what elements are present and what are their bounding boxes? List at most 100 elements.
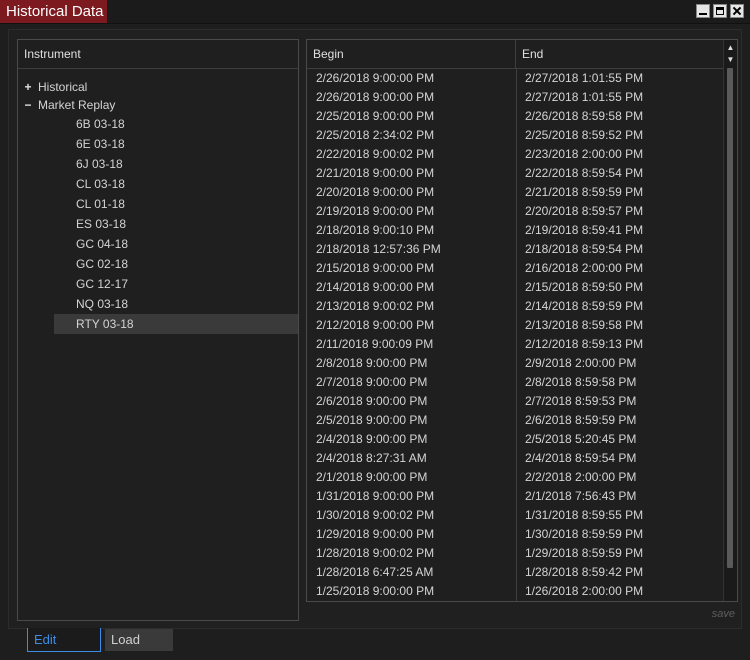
tree-leaf-instrument[interactable]: GC 12-17 <box>54 274 298 294</box>
save-link[interactable]: save <box>712 608 735 620</box>
tree-leaf-instrument[interactable]: 6E 03-18 <box>54 134 298 154</box>
window-controls <box>696 4 744 18</box>
cell-begin: 2/7/2018 9:00:00 PM <box>316 375 428 389</box>
cell-begin: 2/22/2018 9:00:02 PM <box>316 147 435 161</box>
table-row[interactable]: 1/30/2018 9:00:02 PM 1/31/2018 8:59:55 PM <box>307 506 737 525</box>
table-row[interactable]: 2/4/2018 9:00:00 PM 2/5/2018 5:20:45 PM <box>307 430 737 449</box>
cell-begin: 2/4/2018 8:27:31 AM <box>316 451 427 465</box>
cell-begin: 1/28/2018 6:47:25 AM <box>316 565 434 579</box>
grid-body: 2/26/2018 9:00:00 PM 2/27/2018 1:01:55 PM… <box>307 69 737 601</box>
table-row[interactable]: 1/28/2018 6:47:25 AM 1/28/2018 8:59:42 PM <box>307 563 737 582</box>
bottom-tabs: Edit Load <box>27 628 173 652</box>
table-row[interactable]: 2/12/2018 9:00:00 PM 2/13/2018 8:59:58 PM <box>307 316 737 335</box>
tree-leaf-instrument[interactable]: GC 02-18 <box>54 254 298 274</box>
tree-leaf-instrument[interactable]: 6J 03-18 <box>54 154 298 174</box>
close-icon[interactable] <box>730 4 744 18</box>
cell-begin: 2/8/2018 9:00:00 PM <box>316 356 428 370</box>
table-row[interactable]: 2/6/2018 9:00:00 PM 2/7/2018 8:59:53 PM <box>307 392 737 411</box>
column-header-end[interactable]: End <box>516 40 723 68</box>
cell-end: 2/20/2018 8:59:57 PM <box>525 204 644 218</box>
table-row[interactable]: 2/18/2018 9:00:10 PM 2/19/2018 8:59:41 PM <box>307 221 737 240</box>
cell-end: 2/4/2018 8:59:54 PM <box>525 451 637 465</box>
cell-begin: 2/14/2018 9:00:00 PM <box>316 280 435 294</box>
data-grid: Begin End 2/26/2018 9:00:00 PM 2/27/2018 … <box>306 39 738 602</box>
tree-leaf-instrument[interactable]: RTY 03-18 <box>54 314 298 334</box>
cell-begin: 2/18/2018 9:00:10 PM <box>316 223 435 237</box>
table-row[interactable]: 2/19/2018 9:00:00 PM 2/20/2018 8:59:57 PM <box>307 202 737 221</box>
cell-end: 2/5/2018 5:20:45 PM <box>525 432 637 446</box>
table-row[interactable]: 2/5/2018 9:00:00 PM 2/6/2018 8:59:59 PM <box>307 411 737 430</box>
table-row[interactable]: 2/25/2018 2:34:02 PM 2/25/2018 8:59:52 PM <box>307 126 737 145</box>
instrument-header: Instrument <box>18 40 298 69</box>
table-row[interactable]: 1/25/2018 9:00:00 PM 1/26/2018 2:00:00 PM <box>307 582 737 601</box>
cell-begin: 1/30/2018 9:00:02 PM <box>316 508 435 522</box>
tree-node-historical[interactable]: + Historical <box>18 78 298 96</box>
table-row[interactable]: 2/25/2018 9:00:00 PM 2/26/2018 8:59:58 PM <box>307 107 737 126</box>
table-row[interactable]: 2/15/2018 9:00:00 PM 2/16/2018 2:00:00 PM <box>307 259 737 278</box>
tree-leaf-instrument[interactable]: ES 03-18 <box>54 214 298 234</box>
tab-load[interactable]: Load <box>105 629 173 651</box>
tree-node-label: Historical <box>38 80 88 94</box>
table-row[interactable]: 1/28/2018 9:00:02 PM 1/29/2018 8:59:59 PM <box>307 544 737 563</box>
table-row[interactable]: 2/21/2018 9:00:00 PM 2/22/2018 8:59:54 PM <box>307 164 737 183</box>
cell-end: 2/22/2018 8:59:54 PM <box>525 166 644 180</box>
cell-end: 2/1/2018 7:56:43 PM <box>525 489 637 503</box>
cell-begin: 1/28/2018 9:00:02 PM <box>316 546 435 560</box>
scroll-down-icon[interactable]: ▼ <box>724 54 737 66</box>
cell-begin: 2/15/2018 9:00:00 PM <box>316 261 435 275</box>
tree-leaf-instrument[interactable]: NQ 03-18 <box>54 294 298 314</box>
cell-end: 1/30/2018 8:59:59 PM <box>525 527 644 541</box>
cell-begin: 2/25/2018 9:00:00 PM <box>316 109 435 123</box>
table-row[interactable]: 2/14/2018 9:00:00 PM 2/15/2018 8:59:50 PM <box>307 278 737 297</box>
tree-leaf-instrument[interactable]: CL 03-18 <box>54 174 298 194</box>
title-bar: Historical Data <box>0 0 750 24</box>
table-row[interactable]: 2/18/2018 12:57:36 PM 2/18/2018 8:59:54 P… <box>307 240 737 259</box>
cell-end: 2/27/2018 1:01:55 PM <box>525 90 644 104</box>
cell-end: 2/13/2018 8:59:58 PM <box>525 318 644 332</box>
cell-end: 2/26/2018 8:59:58 PM <box>525 109 644 123</box>
cell-begin: 2/5/2018 9:00:00 PM <box>316 413 428 427</box>
cell-begin: 2/6/2018 9:00:00 PM <box>316 394 428 408</box>
scroll-thumb[interactable] <box>727 68 733 568</box>
cell-begin: 2/12/2018 9:00:00 PM <box>316 318 435 332</box>
cell-end: 2/27/2018 1:01:55 PM <box>525 71 644 85</box>
cell-begin: 2/26/2018 9:00:00 PM <box>316 71 435 85</box>
table-row[interactable]: 2/11/2018 9:00:09 PM 2/12/2018 8:59:13 PM <box>307 335 737 354</box>
cell-end: 2/9/2018 2:00:00 PM <box>525 356 637 370</box>
table-row[interactable]: 2/4/2018 8:27:31 AM 2/4/2018 8:59:54 PM <box>307 449 737 468</box>
cell-end: 1/31/2018 8:59:55 PM <box>525 508 644 522</box>
tree-leaf-instrument[interactable]: 6B 03-18 <box>54 114 298 134</box>
table-row[interactable]: 2/20/2018 9:00:00 PM 2/21/2018 8:59:59 PM <box>307 183 737 202</box>
grid-header: Begin End <box>307 40 737 69</box>
collapse-icon[interactable]: − <box>23 96 33 114</box>
cell-begin: 2/1/2018 9:00:00 PM <box>316 470 428 484</box>
minimize-icon[interactable] <box>696 4 710 18</box>
scroll-up-icon[interactable]: ▲ <box>724 42 737 54</box>
expand-icon[interactable]: + <box>23 78 33 96</box>
cell-begin: 2/20/2018 9:00:00 PM <box>316 185 435 199</box>
cell-begin: 1/31/2018 9:00:00 PM <box>316 489 435 503</box>
table-row[interactable]: 2/8/2018 9:00:00 PM 2/9/2018 2:00:00 PM <box>307 354 737 373</box>
cell-end: 1/29/2018 8:59:59 PM <box>525 546 644 560</box>
market-replay-children: 6B 03-18 6E 03-18 6J 03-18 CL 03-18 CL 01-18… <box>18 114 298 334</box>
column-header-begin[interactable]: Begin <box>307 40 516 68</box>
table-row[interactable]: 1/31/2018 9:00:00 PM 2/1/2018 7:56:43 PM <box>307 487 737 506</box>
cell-begin: 2/19/2018 9:00:00 PM <box>316 204 435 218</box>
table-row[interactable]: 2/7/2018 9:00:00 PM 2/8/2018 8:59:58 PM <box>307 373 737 392</box>
table-row[interactable]: 2/22/2018 9:00:02 PM 2/23/2018 2:00:00 PM <box>307 145 737 164</box>
tree-node-market-replay[interactable]: − Market Replay <box>18 96 298 114</box>
cell-end: 2/25/2018 8:59:52 PM <box>525 128 644 142</box>
tree-leaf-instrument[interactable]: CL 01-18 <box>54 194 298 214</box>
table-row[interactable]: 1/29/2018 9:00:00 PM 1/30/2018 8:59:59 PM <box>307 525 737 544</box>
cell-begin: 2/11/2018 9:00:09 PM <box>316 337 434 351</box>
table-row[interactable]: 2/26/2018 9:00:00 PM 2/27/2018 1:01:55 PM <box>307 88 737 107</box>
vertical-scrollbar[interactable]: ▲ ▼ <box>723 40 737 601</box>
table-row[interactable]: 2/1/2018 9:00:00 PM 2/2/2018 2:00:00 PM <box>307 468 737 487</box>
table-row[interactable]: 2/26/2018 9:00:00 PM 2/27/2018 1:01:55 PM <box>307 69 737 88</box>
tree-leaf-instrument[interactable]: GC 04-18 <box>54 234 298 254</box>
maximize-icon[interactable] <box>713 4 727 18</box>
cell-end: 2/6/2018 8:59:59 PM <box>525 413 637 427</box>
instrument-tree: Instrument + Historical − Market Replay … <box>17 39 299 621</box>
tab-edit[interactable]: Edit <box>27 628 101 652</box>
table-row[interactable]: 2/13/2018 9:00:02 PM 2/14/2018 8:59:59 PM <box>307 297 737 316</box>
